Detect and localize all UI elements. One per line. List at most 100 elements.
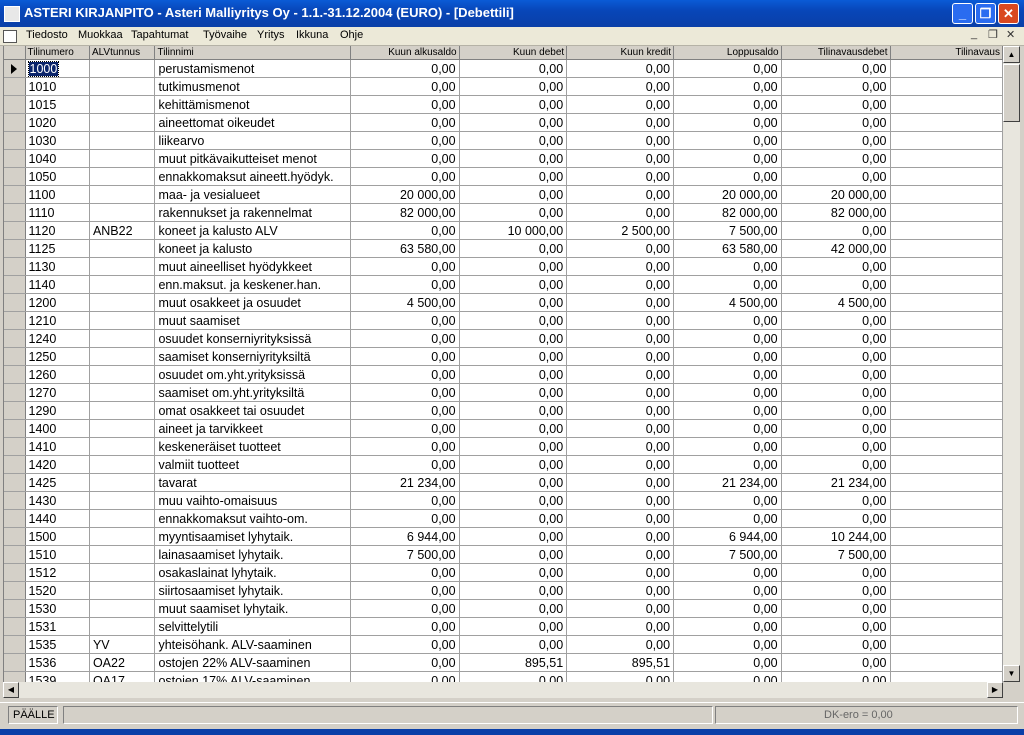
column-header[interactable]: Kuun debet	[459, 46, 568, 60]
table-cell[interactable]: 0,00	[566, 401, 675, 420]
scroll-thumb[interactable]	[1003, 64, 1020, 122]
table-row[interactable]: 1125 koneet ja kalusto 63 580,00 0,00 0,00 63…	[4, 239, 1003, 258]
mdi-restore-icon[interactable]: ❐	[988, 28, 998, 41]
table-cell[interactable]	[89, 293, 156, 312]
table-cell[interactable]: 0,00	[673, 113, 782, 132]
table-cell[interactable]: ostojen 17% ALV-saaminen	[154, 671, 351, 682]
table-cell[interactable]: 1210	[25, 311, 90, 330]
table-cell[interactable]: 0,00	[350, 221, 460, 240]
row-indicator[interactable]	[4, 437, 26, 456]
table-cell[interactable]: 0,00	[781, 149, 891, 168]
table-row[interactable]: 1240 osuudet konserniyrityksissä 0,00 0,00 0…	[4, 329, 1003, 348]
row-indicator[interactable]	[4, 635, 26, 654]
table-cell[interactable]	[89, 131, 156, 150]
table-cell[interactable]: 0,00	[459, 635, 568, 654]
row-indicator[interactable]	[4, 59, 26, 78]
table-cell[interactable]: maa- ja vesialueet	[154, 185, 351, 204]
table-cell[interactable]: 0,00	[350, 671, 460, 682]
table-cell[interactable]: 0,00	[566, 59, 675, 78]
table-cell[interactable]: 82 000,00	[350, 203, 460, 222]
table-cell[interactable]: 1410	[25, 437, 90, 456]
table-cell[interactable]: 0,00	[566, 239, 675, 258]
table-cell[interactable]: 0,00	[781, 455, 891, 474]
table-cell[interactable]: OA17	[89, 671, 156, 682]
table-cell[interactable]: 0,00	[781, 383, 891, 402]
table-row[interactable]: 1510 lainasaamiset lyhytaik. 7 500,00 0,00 0…	[4, 545, 1003, 564]
table-cell[interactable]: 0,00	[781, 257, 891, 276]
table-cell[interactable]: 1260	[25, 365, 90, 384]
table-cell[interactable]	[89, 203, 156, 222]
table-cell[interactable]: 0,00	[673, 401, 782, 420]
table-cell[interactable]: 0,00	[673, 77, 782, 96]
table-cell[interactable]: 0,00	[566, 131, 675, 150]
table-cell[interactable]: aineettomat oikeudet	[154, 113, 351, 132]
table-cell[interactable]: 0,00	[350, 491, 460, 510]
table-cell[interactable]: 1440	[25, 509, 90, 528]
table-cell[interactable]: 0,00	[566, 617, 675, 636]
table-row[interactable]: 1430 muu vaihto-omaisuus 0,00 0,00 0,00 0,00 0…	[4, 491, 1003, 510]
table-cell[interactable]: 7 500,00	[781, 545, 891, 564]
column-header[interactable]: Tilinavausdebet	[781, 46, 891, 60]
table-cell[interactable]: 1400	[25, 419, 90, 438]
table-cell[interactable]: 0,00	[459, 599, 568, 618]
table-cell[interactable]: 0,00	[459, 581, 568, 600]
table-cell[interactable]: 20 000,00	[781, 185, 891, 204]
table-cell[interactable]	[89, 455, 156, 474]
table-cell[interactable]: 0,00	[781, 581, 891, 600]
table-cell[interactable]: 6 944,00	[673, 527, 782, 546]
table-cell[interactable]	[89, 509, 156, 528]
table-cell[interactable]	[89, 365, 156, 384]
table-cell[interactable]: 0,00	[459, 203, 568, 222]
table-cell[interactable]: 0,00	[673, 563, 782, 582]
table-cell[interactable]: 0,00	[350, 113, 460, 132]
table-cell[interactable]	[89, 149, 156, 168]
table-row[interactable]: 1020 aineettomat oikeudet 0,00 0,00 0,00 0,00…	[4, 113, 1003, 132]
table-cell[interactable]: 0,00	[781, 617, 891, 636]
row-indicator[interactable]	[4, 347, 26, 366]
table-cell[interactable]: 7 500,00	[673, 221, 782, 240]
table-cell[interactable]	[890, 473, 1003, 492]
table-cell[interactable]: saamiset konserniyrityksiltä	[154, 347, 351, 366]
table-cell[interactable]: 0,00	[350, 635, 460, 654]
table-cell[interactable]: 7 500,00	[350, 545, 460, 564]
row-indicator[interactable]	[4, 383, 26, 402]
table-cell[interactable]: keskeneräiset tuotteet	[154, 437, 351, 456]
table-cell[interactable]: 1040	[25, 149, 90, 168]
table-cell[interactable]: 20 000,00	[350, 185, 460, 204]
table-cell[interactable]: 0,00	[459, 257, 568, 276]
table-cell[interactable]	[890, 293, 1003, 312]
row-indicator[interactable]	[4, 581, 26, 600]
table-cell[interactable]	[890, 617, 1003, 636]
table-cell[interactable]: 0,00	[781, 653, 891, 672]
table-cell[interactable]: 0,00	[673, 257, 782, 276]
table-cell[interactable]: 21 234,00	[781, 473, 891, 492]
row-indicator[interactable]	[4, 203, 26, 222]
table-cell[interactable]: 1130	[25, 257, 90, 276]
table-cell[interactable]: 0,00	[673, 671, 782, 682]
table-cell[interactable]: kehittämismenot	[154, 95, 351, 114]
table-cell[interactable]: 0,00	[350, 347, 460, 366]
table-cell[interactable]	[890, 203, 1003, 222]
table-cell[interactable]: lainasaamiset lyhytaik.	[154, 545, 351, 564]
table-cell[interactable]: 1200	[25, 293, 90, 312]
mdi-minimize-icon[interactable]: _	[971, 28, 977, 40]
table-cell[interactable]: 0,00	[781, 59, 891, 78]
table-cell[interactable]: 1110	[25, 203, 90, 222]
table-cell[interactable]: 0,00	[673, 347, 782, 366]
table-cell[interactable]: saamiset om.yht.yrityksiltä	[154, 383, 351, 402]
table-row[interactable]: 1110 rakennukset ja rakennelmat 82 000,00 0…	[4, 203, 1003, 222]
table-cell[interactable]: 1100	[25, 185, 90, 204]
table-cell[interactable]: 0,00	[673, 635, 782, 654]
close-button[interactable]: ✕	[998, 3, 1019, 24]
table-cell[interactable]	[89, 95, 156, 114]
row-indicator[interactable]	[4, 563, 26, 582]
table-cell[interactable]: ennakkomaksut aineett.hyödyk.	[154, 167, 351, 186]
table-cell[interactable]: 0,00	[673, 365, 782, 384]
table-cell[interactable]: 1020	[25, 113, 90, 132]
table-row[interactable]: 1290 omat osakkeet tai osuudet 0,00 0,00 0,0…	[4, 401, 1003, 420]
table-cell[interactable]: 0,00	[566, 113, 675, 132]
table-cell[interactable]: 0,00	[350, 311, 460, 330]
menu-ikkuna[interactable]: Ikkuna	[296, 29, 328, 41]
row-indicator[interactable]	[4, 77, 26, 96]
table-cell[interactable]: 0,00	[566, 527, 675, 546]
